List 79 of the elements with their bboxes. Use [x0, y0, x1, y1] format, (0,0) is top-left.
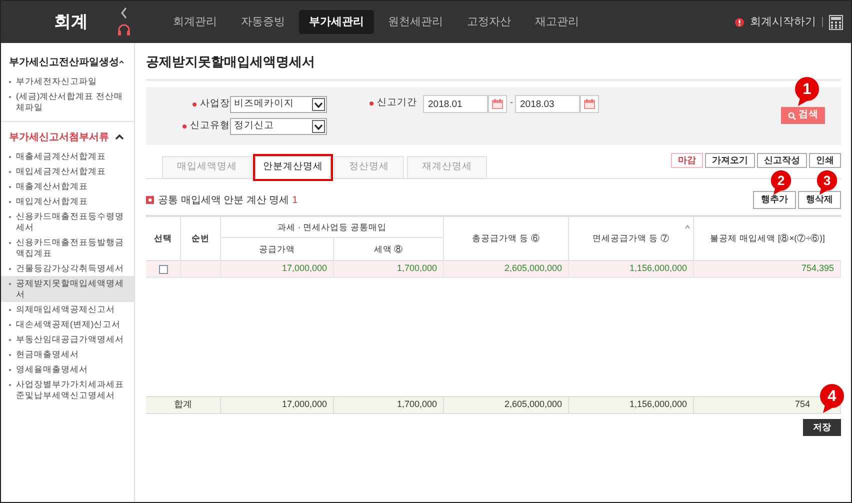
section-title: 공통 매입세액 안분 계산 명세: [158, 194, 290, 208]
calendar-icon: [492, 99, 503, 109]
total-cell: 1,156,000,000: [569, 397, 694, 413]
column-header: 순번: [181, 217, 221, 260]
nav-tab[interactable]: 원천세관리: [378, 10, 453, 34]
sidebar-item[interactable]: 매출세금계산서합계표: [1, 149, 134, 164]
sidebar-item[interactable]: 매출계산서합계표: [1, 179, 134, 194]
total-label: 합계: [146, 397, 221, 413]
caret-up-icon[interactable]: [119, 59, 124, 65]
table-cell: 1,700,000: [334, 261, 444, 277]
sidebar-item[interactable]: 대손세액공제(변제)신고서: [1, 317, 134, 332]
nav-tab[interactable]: 회계관리: [163, 10, 227, 34]
column-group-header: 과세 · 면세사업등 공통매입: [221, 217, 444, 238]
chevron-left-icon[interactable]: [120, 7, 128, 19]
action-button[interactable]: 신고작성: [757, 153, 807, 168]
column-header: 총공급가액 등 ⑥: [444, 217, 569, 260]
dropdown[interactable]: 비즈메카이지: [230, 96, 327, 113]
sidebar-item[interactable]: 매입계산서합계표: [1, 194, 134, 209]
alert-icon: [735, 18, 744, 26]
sort-icon[interactable]: [685, 225, 690, 229]
field-label: 사업장: [200, 97, 230, 112]
total-cell: 1,700,000: [334, 397, 444, 413]
sidebar-item[interactable]: 부가세전자신고파일: [1, 74, 134, 89]
sidebar-item[interactable]: 건물등감가상각취득명세서: [1, 261, 134, 276]
calculator-icon[interactable]: [829, 14, 843, 30]
section-header[interactable]: 부가세신고전산파일생성: [9, 54, 119, 70]
column-header: 공급가액: [221, 238, 334, 260]
table-cell: 2,605,000,000: [444, 261, 569, 277]
calendar-button[interactable]: [580, 95, 599, 113]
sidebar-item[interactable]: 영세율매출명세서: [1, 362, 134, 377]
row-button[interactable]: 행삭제: [798, 191, 841, 209]
table-cell: 754,395: [694, 261, 841, 277]
nav-tab[interactable]: 고정자산: [457, 10, 521, 34]
tab[interactable]: 안분계산명세: [255, 156, 331, 179]
column-header: 선택: [146, 217, 181, 260]
app-title: 회계: [54, 11, 88, 34]
table-cell: 17,000,000: [221, 261, 334, 277]
save-button[interactable]: 저장: [803, 419, 841, 436]
action-button[interactable]: 마감: [671, 153, 703, 168]
range-separator: -: [510, 96, 513, 109]
chevron-down-icon: [314, 124, 323, 130]
search-icon: [788, 112, 796, 120]
sidebar-item[interactable]: 현금매출명세서: [1, 347, 134, 362]
calendar-icon: [584, 99, 595, 109]
sidebar-item[interactable]: 매입세금계산서합계표: [1, 164, 134, 179]
row-button[interactable]: 행추가: [753, 191, 796, 209]
date-field[interactable]: 2018.01: [423, 95, 488, 113]
column-header: 세액 ⑧: [334, 238, 444, 260]
action-button[interactable]: 인쇄: [809, 153, 841, 168]
bullet-icon: [146, 196, 154, 204]
sidebar-item[interactable]: 의제매입세액공제신고서: [1, 302, 134, 317]
nav-tab[interactable]: 자동증빙: [231, 10, 295, 34]
headset-icon[interactable]: [117, 23, 131, 36]
calendar-button[interactable]: [488, 95, 507, 113]
field-label: 신고기간: [377, 96, 417, 110]
total-cell: 2,605,000,000: [444, 397, 569, 413]
sidebar-item[interactable]: 부동산임대공급가액명세서: [1, 332, 134, 347]
sidebar-item[interactable]: (세금)계산서합계표 전산매체파일: [1, 89, 134, 115]
field-label: 신고유형: [190, 119, 230, 134]
nav-tab[interactable]: 재고관리: [525, 10, 589, 34]
checkbox[interactable]: [158, 264, 168, 274]
chevron-down-icon: [314, 102, 323, 108]
nav-tab[interactable]: 부가세관리: [299, 10, 374, 34]
page-title: 공제받지못할매입세액명세서: [146, 53, 316, 71]
caret-up-icon[interactable]: [115, 134, 124, 140]
section-header[interactable]: 부가세신고서첨부서류: [9, 130, 109, 144]
column-header: 불공제 매입세액 [⑧×(⑦÷⑥)]: [709, 232, 826, 246]
sidebar-item[interactable]: 공제받지못할매입세액명세서: [1, 276, 134, 302]
action-button[interactable]: 가져오기: [705, 153, 755, 168]
start-link[interactable]: 회계시작하기: [750, 14, 816, 30]
total-cell: 17,000,000: [221, 397, 334, 413]
sidebar-item[interactable]: 신용카드매출전표등수령명세서: [1, 209, 134, 235]
dropdown[interactable]: 정기신고: [230, 118, 327, 135]
count-label: 1: [292, 194, 298, 208]
date-field[interactable]: 2018.03: [515, 95, 580, 113]
table-cell: 1,156,000,000: [569, 261, 694, 277]
sidebar-item[interactable]: 사업장별부가가치세과세표준및납부세액신고명세서: [1, 377, 134, 403]
column-header: 면세공급가액 등 ⑦: [569, 217, 694, 260]
sidebar-item[interactable]: 신용카드매출전표등발행금액집계표: [1, 235, 134, 261]
